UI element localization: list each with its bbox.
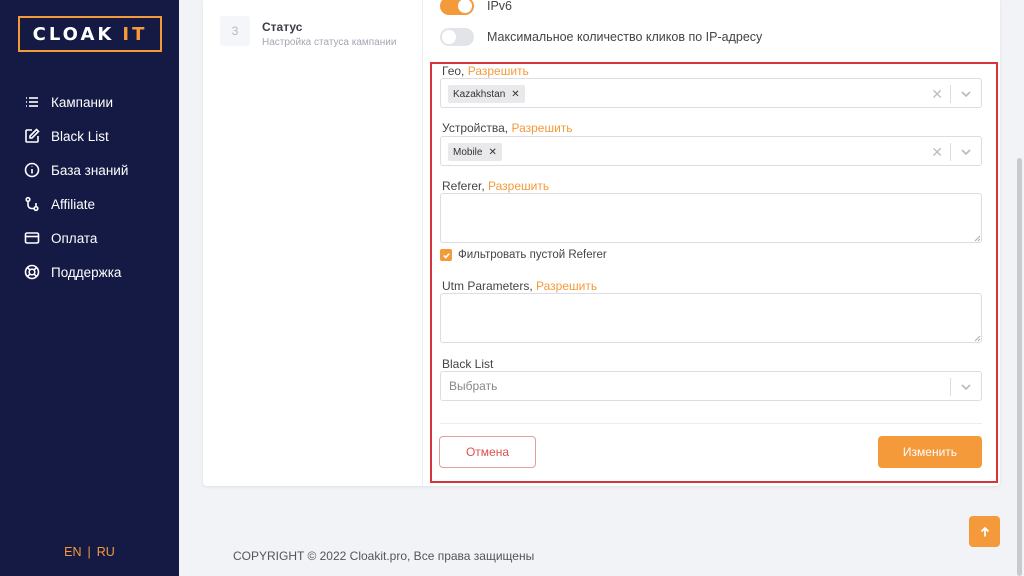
info-icon (23, 161, 41, 179)
devices-tag: Mobile ✕ (448, 143, 502, 161)
sidebar-nav: Кампании Black List База знаний Affiliat… (0, 85, 179, 289)
logo[interactable]: CLOAK IT (18, 16, 162, 52)
referer-label-text: Referer, (442, 179, 485, 193)
select-separator (950, 85, 951, 103)
sidebar-item-label: Affiliate (51, 196, 96, 212)
devices-select[interactable]: Mobile ✕ ✕ (440, 136, 982, 166)
blacklist-placeholder: Выбрать (449, 379, 498, 393)
utm-label-text: Utm Parameters, (442, 279, 533, 293)
chevron-down-icon[interactable] (959, 87, 973, 101)
lang-en[interactable]: EN (64, 545, 81, 559)
step-title: Статус (262, 20, 303, 34)
lang-separator: | (87, 545, 91, 559)
resize-handle-icon[interactable] (973, 234, 981, 242)
remove-tag-icon[interactable]: ✕ (511, 89, 519, 100)
max-clicks-label: Максимальное количество кликов по IP-адр… (487, 30, 763, 44)
select-separator (950, 378, 951, 396)
scrollbar[interactable] (1017, 158, 1022, 576)
geo-tag: Kazakhstan ✕ (448, 85, 525, 103)
affiliate-icon (23, 195, 41, 213)
clear-icon[interactable]: ✕ (931, 86, 943, 103)
sidebar: CLOAK IT Кампании Black List База знаний (0, 0, 179, 576)
sidebar-item-label: Поддержка (51, 264, 122, 280)
steps-panel: 3 Статус Настройка статуса кампании (203, 0, 423, 486)
devices-label: Устройства, Разрешить (442, 121, 573, 135)
credit-card-icon (23, 229, 41, 247)
step-subtitle: Настройка статуса кампании (262, 37, 397, 48)
sidebar-item-label: Black List (51, 128, 109, 144)
clear-icon[interactable]: ✕ (931, 144, 943, 161)
form-divider (440, 423, 982, 424)
step-number: 3 (220, 16, 250, 46)
geo-tag-label: Kazakhstan (453, 88, 506, 100)
ipv6-toggle[interactable] (440, 0, 474, 15)
filter-empty-referer-row: Фильтровать пустой Referer (440, 249, 607, 261)
logo-text: CLOAK (32, 23, 115, 45)
referer-mode-link[interactable]: Разрешить (488, 179, 549, 193)
sidebar-item-label: Оплата (51, 230, 98, 246)
geo-select[interactable]: Kazakhstan ✕ ✕ (440, 78, 982, 108)
step-status[interactable]: 3 Статус Настройка статуса кампании (220, 16, 396, 48)
lang-ru[interactable]: RU (97, 545, 115, 559)
geo-label: Гео, Разрешить (442, 64, 529, 78)
cancel-button[interactable]: Отмена (439, 436, 536, 468)
edit-icon (23, 127, 41, 145)
referer-label: Referer, Разрешить (442, 179, 549, 193)
sidebar-item-knowledge-base[interactable]: База знаний (0, 153, 179, 187)
arrow-up-icon (980, 526, 989, 536)
max-clicks-row: Максимальное количество кликов по IP-адр… (440, 28, 762, 46)
geo-mode-link[interactable]: Разрешить (468, 64, 529, 78)
referer-textarea[interactable] (440, 193, 982, 243)
blacklist-select[interactable]: Выбрать (440, 371, 982, 401)
max-clicks-toggle[interactable] (440, 28, 474, 46)
filter-empty-referer-checkbox[interactable] (440, 249, 452, 261)
devices-tag-label: Mobile (453, 146, 483, 158)
ipv6-label: IPv6 (487, 0, 513, 13)
select-separator (950, 143, 951, 161)
toggle-knob (458, 0, 472, 13)
toggle-knob (442, 30, 456, 44)
resize-handle-icon[interactable] (973, 334, 981, 342)
devices-label-text: Устройства, (442, 121, 509, 135)
remove-tag-icon[interactable]: ✕ (488, 147, 496, 158)
geo-label-text: Гео, (442, 64, 465, 78)
chevron-down-icon[interactable] (959, 145, 973, 159)
sidebar-item-label: Кампании (51, 94, 114, 110)
sidebar-item-campaigns[interactable]: Кампании (0, 85, 179, 119)
chevron-down-icon[interactable] (959, 380, 973, 394)
blacklist-label: Black List (442, 357, 494, 371)
language-switcher: EN | RU (0, 545, 179, 559)
utm-label: Utm Parameters, Разрешить (442, 279, 597, 293)
utm-mode-link[interactable]: Разрешить (536, 279, 597, 293)
list-icon (23, 93, 41, 111)
logo-accent: IT (122, 23, 148, 45)
scroll-to-top-button[interactable] (969, 516, 1000, 547)
sidebar-item-support[interactable]: Поддержка (0, 255, 179, 289)
sidebar-item-blacklist[interactable]: Black List (0, 119, 179, 153)
ipv6-row: IPv6 (440, 0, 512, 15)
sidebar-item-affiliate[interactable]: Affiliate (0, 187, 179, 221)
filter-empty-referer-label: Фильтровать пустой Referer (458, 249, 607, 261)
check-icon (442, 252, 450, 259)
sidebar-item-label: База знаний (51, 162, 129, 178)
sidebar-item-payment[interactable]: Оплата (0, 221, 179, 255)
utm-textarea[interactable] (440, 293, 982, 343)
lifebuoy-icon (23, 263, 41, 281)
devices-mode-link[interactable]: Разрешить (511, 121, 572, 135)
footer-copyright: COPYRIGHT © 2022 Cloakit.pro, Все права … (233, 549, 535, 563)
step-text: Статус Настройка статуса кампании (262, 20, 396, 48)
save-button[interactable]: Изменить (878, 436, 982, 468)
